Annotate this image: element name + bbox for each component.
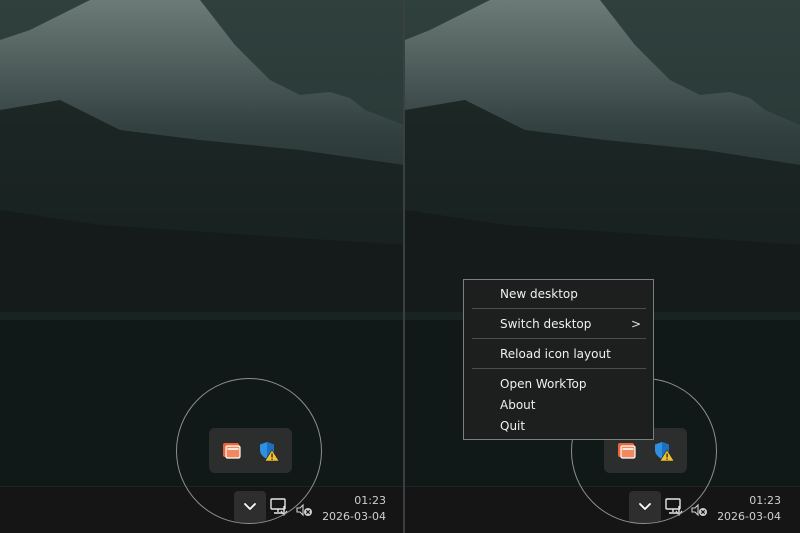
security-shield-warning-icon[interactable] [653,440,675,462]
network-monitor-icon[interactable] [665,498,687,516]
worktop-context-menu: New desktop Switch desktop > Reload icon… [463,279,654,440]
desktop-pane-before: 01:23 2026-03-04 [0,0,404,533]
desktop-pane-after: 01:23 2026-03-04 [405,0,800,533]
clock-time: 01:23 [749,494,781,507]
tray-overflow-popup [209,428,292,473]
menu-item-label: New desktop [500,287,578,301]
menu-item-switch-desktop[interactable]: Switch desktop > [464,314,653,334]
menu-item-about[interactable]: About [464,395,653,415]
menu-item-label: Open WorkTop [500,377,587,391]
menu-item-label: Quit [500,419,526,433]
chevron-down-icon [639,503,651,510]
menu-separator [472,338,646,339]
menu-item-label: About [500,398,536,412]
network-monitor-icon[interactable] [270,498,292,516]
mountain-wallpaper [0,0,404,486]
clock-date: 2026-03-04 [717,510,781,523]
menu-item-open-worktop[interactable]: Open WorkTop [464,374,653,394]
menu-item-label: Switch desktop [500,317,592,331]
worktop-app-icon[interactable] [616,440,638,462]
menu-item-new-desktop[interactable]: New desktop [464,284,653,304]
tray-overflow-button[interactable] [234,491,266,523]
speaker-muted-icon[interactable] [296,503,314,517]
submenu-arrow-icon: > [630,317,641,331]
clock-time: 01:23 [354,494,386,507]
menu-item-quit[interactable]: Quit [464,416,653,436]
security-shield-warning-icon[interactable] [258,440,280,462]
tray-overflow-button[interactable] [629,491,661,523]
menu-item-label: Reload icon layout [500,347,611,361]
chevron-down-icon [244,503,256,510]
taskbar-clock[interactable]: 01:23 2026-03-04 [320,493,386,525]
menu-item-reload-icon-layout[interactable]: Reload icon layout [464,344,653,364]
taskbar-clock[interactable]: 01:23 2026-03-04 [715,493,781,525]
menu-separator [472,308,646,309]
clock-date: 2026-03-04 [322,510,386,523]
menu-separator [472,368,646,369]
speaker-muted-icon[interactable] [691,503,709,517]
wallpaper [0,0,404,486]
worktop-app-icon[interactable] [221,440,243,462]
